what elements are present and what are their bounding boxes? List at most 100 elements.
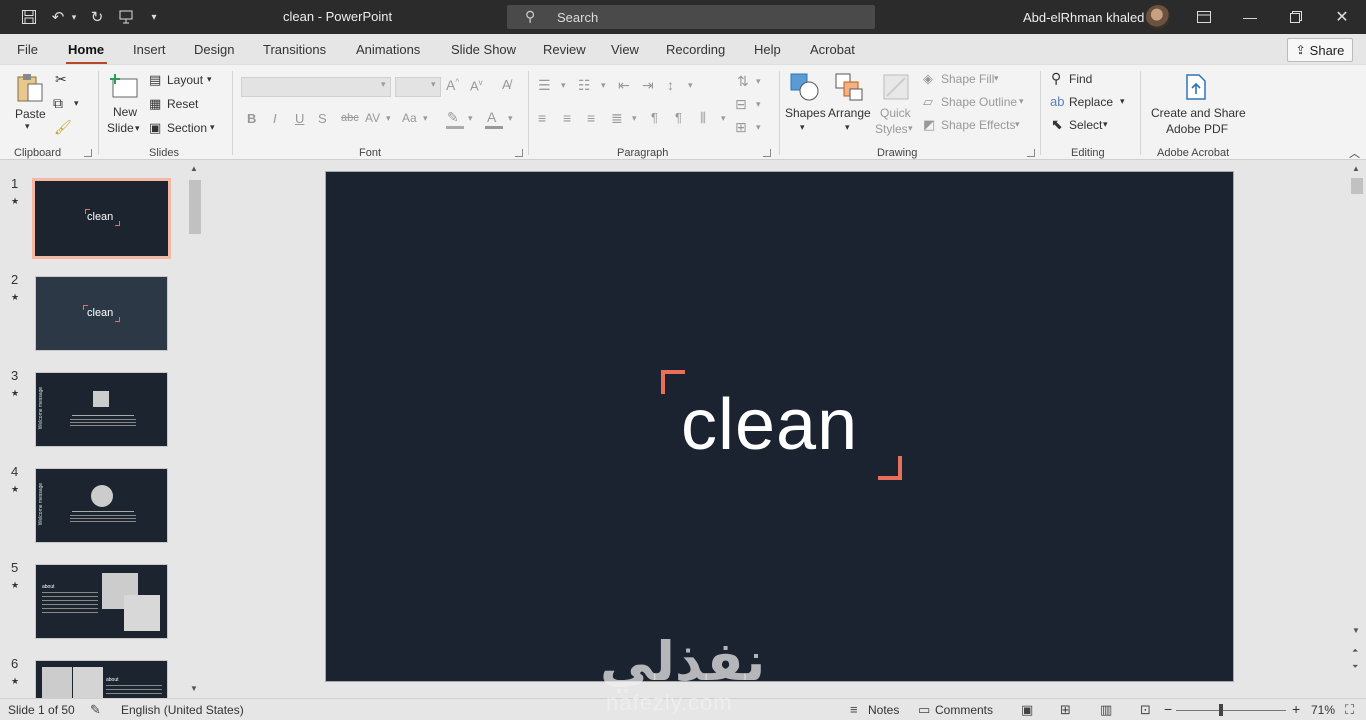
align-text-icon[interactable]: ⊟ (735, 96, 747, 113)
select-button[interactable]: Select (1069, 118, 1102, 132)
shape-outline-button[interactable]: Shape Outline (941, 95, 1017, 109)
tab-acrobat[interactable]: Acrobat (810, 42, 855, 57)
font-size-dropdown-icon[interactable]: ▾ (431, 79, 436, 90)
bullets-icon[interactable]: ☰ (538, 77, 551, 94)
decrease-font-icon[interactable]: Av (470, 78, 483, 93)
customize-toolbar-icon[interactable]: ▾ (146, 6, 162, 28)
align-left-icon[interactable]: ≡ (538, 110, 546, 126)
quick-styles-label-2[interactable]: Styles (875, 122, 908, 136)
tab-transitions[interactable]: Transitions (263, 42, 326, 57)
italic-icon[interactable]: I (273, 111, 277, 126)
tab-recording[interactable]: Recording (666, 42, 725, 57)
quick-styles-label-1[interactable]: Quick (880, 106, 911, 120)
slide-scrollbar[interactable]: ▲ ▼ ⏶ ⏷ (1349, 162, 1365, 697)
restore-icon[interactable] (1273, 4, 1319, 30)
character-spacing-icon[interactable]: AV (365, 111, 380, 125)
notes-button[interactable]: Notes (868, 703, 899, 717)
paste-dropdown-icon[interactable]: ▾ (25, 121, 30, 132)
new-slide-dropdown-icon[interactable]: ▾ (135, 123, 140, 134)
zoom-slider[interactable] (1176, 710, 1286, 711)
user-name[interactable]: Abd-elRhman khaled (1023, 10, 1144, 25)
shape-outline-dropdown-icon[interactable]: ▾ (1019, 96, 1024, 107)
justify-icon[interactable]: ≣ (611, 110, 623, 127)
decrease-indent-icon[interactable]: ⇤ (618, 77, 630, 94)
slide-canvas[interactable]: clean (325, 171, 1234, 682)
fit-to-window-icon[interactable]: ⛶ (1345, 702, 1354, 718)
create-pdf-label-2[interactable]: Adobe PDF (1166, 122, 1228, 136)
arrange-button[interactable]: Arrange (828, 106, 871, 120)
scroll-down-icon[interactable]: ▼ (190, 684, 198, 693)
shapes-dropdown-icon[interactable]: ▾ (800, 122, 805, 133)
slide-sorter-icon[interactable]: ⊞ (1060, 702, 1071, 718)
section-dropdown-icon[interactable]: ▾ (210, 122, 215, 133)
clipboard-launcher-icon[interactable] (84, 149, 92, 157)
layout-button[interactable]: Layout (167, 73, 203, 87)
zoom-out-icon[interactable]: − (1164, 701, 1172, 717)
highlight-icon[interactable]: ✎ (447, 109, 459, 126)
select-dropdown-icon[interactable]: ▾ (1103, 119, 1108, 130)
zoom-in-icon[interactable]: + (1292, 701, 1300, 717)
increase-indent-icon[interactable]: ⇥ (642, 77, 654, 94)
layout-icon[interactable]: ▤ (149, 72, 161, 88)
normal-view-icon[interactable]: ▣ (1021, 702, 1033, 718)
text-direction-dropdown-icon[interactable]: ▾ (756, 76, 761, 87)
highlight-dropdown-icon[interactable]: ▾ (468, 113, 473, 124)
arrange-dropdown-icon[interactable]: ▾ (845, 122, 850, 133)
increase-font-icon[interactable]: A^ (446, 77, 459, 93)
find-button[interactable]: Find (1069, 72, 1092, 86)
slide-thumbnail-5[interactable]: about (35, 564, 168, 639)
numbering-icon[interactable]: ☷ (578, 77, 591, 94)
strikethrough-icon[interactable]: abc (341, 112, 359, 124)
layout-dropdown-icon[interactable]: ▾ (207, 74, 212, 85)
search-input[interactable]: ⚲ Search (507, 5, 875, 29)
columns-icon[interactable]: ⫼ (700, 110, 706, 126)
spacing-dropdown-icon[interactable]: ▾ (386, 113, 391, 124)
shape-effects-button[interactable]: Shape Effects (941, 118, 1016, 132)
tab-home[interactable]: Home (68, 42, 104, 57)
font-launcher-icon[interactable] (515, 149, 523, 157)
bold-icon[interactable]: B (247, 111, 256, 126)
undo-icon[interactable]: ↶ (47, 6, 69, 28)
text-direction-icon[interactable]: ⇅ (737, 73, 749, 90)
shape-fill-icon[interactable]: ◈ (923, 71, 933, 87)
scroll-up-icon[interactable]: ▲ (190, 164, 198, 173)
slide-title[interactable]: clean (681, 384, 858, 466)
paste-button[interactable]: Paste (15, 107, 46, 121)
new-slide-icon[interactable] (108, 71, 140, 103)
quick-styles-icon[interactable] (880, 71, 912, 103)
scroll-up-icon[interactable]: ▲ (1352, 164, 1360, 173)
shape-effects-dropdown-icon[interactable]: ▾ (1015, 119, 1020, 130)
bullets-dropdown-icon[interactable]: ▾ (561, 80, 566, 91)
columns-dropdown-icon[interactable]: ▾ (632, 113, 637, 124)
font-color-icon[interactable]: A (487, 109, 496, 125)
shapes-button[interactable]: Shapes (785, 106, 826, 120)
reset-icon[interactable]: ▦ (149, 96, 161, 112)
scrollbar-thumb[interactable] (189, 180, 201, 234)
avatar[interactable] (1146, 5, 1170, 29)
copy-icon[interactable]: ⧉ (53, 95, 63, 112)
quick-styles-dropdown-icon[interactable]: ▾ (908, 123, 913, 134)
select-icon[interactable]: ⬉ (1051, 116, 1063, 133)
columns2-dropdown-icon[interactable]: ▾ (721, 113, 726, 124)
smartart-icon[interactable]: ⊞ (735, 119, 747, 136)
ribbon-display-icon[interactable] (1181, 4, 1227, 30)
rtl-icon[interactable]: ¶ (675, 110, 682, 125)
align-right-icon[interactable]: ≡ (587, 110, 595, 126)
tab-animations[interactable]: Animations (356, 42, 420, 57)
font-name-dropdown-icon[interactable]: ▾ (381, 79, 386, 90)
paragraph-launcher-icon[interactable] (763, 149, 771, 157)
shapes-icon[interactable] (789, 71, 821, 103)
share-button[interactable]: ⇪ Share (1287, 38, 1353, 62)
reading-view-icon[interactable]: ▥ (1100, 702, 1112, 718)
tab-view[interactable]: View (611, 42, 639, 57)
tab-help[interactable]: Help (754, 42, 781, 57)
shape-fill-button[interactable]: Shape Fill (941, 72, 994, 86)
accessibility-icon[interactable]: ✎ (90, 702, 101, 718)
slide-thumbnail-2[interactable]: clean (35, 276, 168, 351)
presenter-icon[interactable] (115, 6, 137, 28)
shadow-icon[interactable]: S (318, 111, 327, 126)
align-center-icon[interactable]: ≡ (563, 110, 571, 126)
shape-effects-icon[interactable]: ◩ (923, 117, 935, 133)
scroll-down-icon[interactable]: ▼ (1352, 626, 1360, 635)
tab-review[interactable]: Review (543, 42, 586, 57)
